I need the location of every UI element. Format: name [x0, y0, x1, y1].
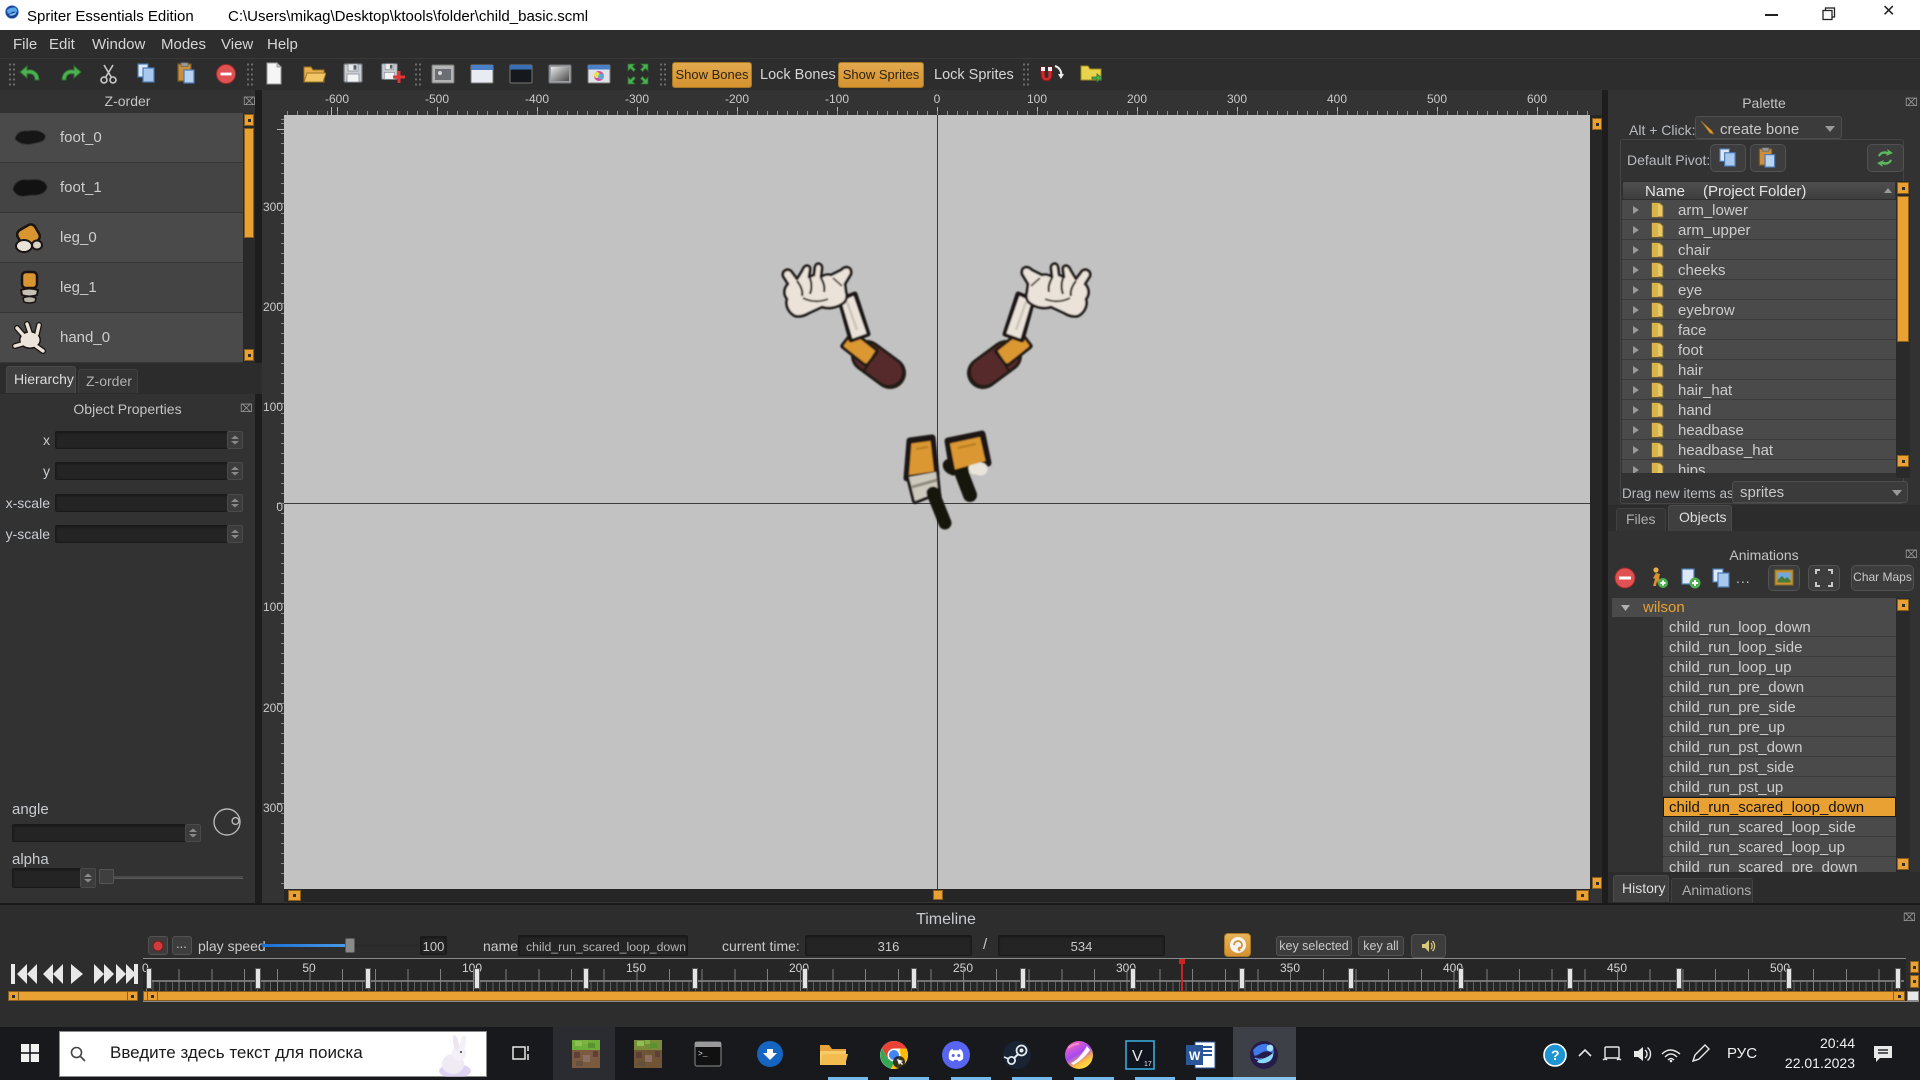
- svg-text:>_: >_: [698, 1050, 708, 1059]
- svg-text:W: W: [1189, 1049, 1201, 1063]
- svg-text:V: V: [1132, 1048, 1143, 1065]
- svg-text:17: 17: [1144, 1061, 1152, 1068]
- svg-text:?: ?: [1551, 1047, 1560, 1063]
